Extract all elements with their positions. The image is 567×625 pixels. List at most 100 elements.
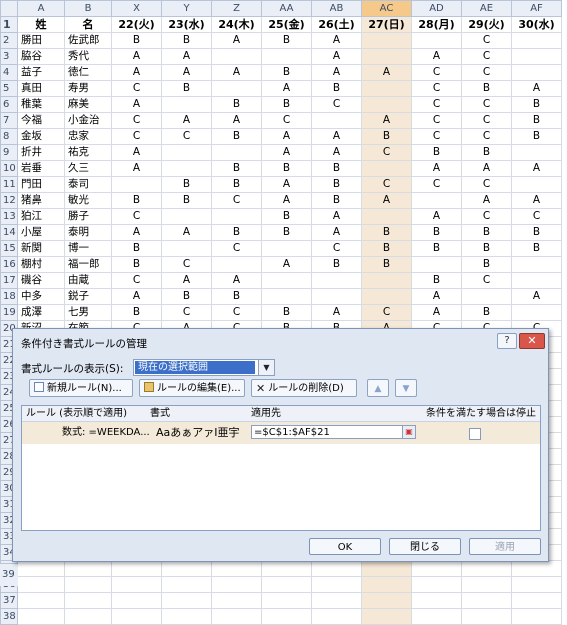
cell[interactable]	[361, 160, 412, 177]
column-header[interactable]: X	[111, 0, 162, 17]
cell[interactable]: 由蔵	[64, 272, 112, 289]
cell[interactable]	[511, 592, 562, 609]
cell[interactable]: C	[461, 208, 512, 225]
cell[interactable]: B	[211, 224, 262, 241]
cell[interactable]: A	[511, 160, 562, 177]
cell[interactable]: B	[111, 192, 162, 209]
cell[interactable]: B	[311, 192, 362, 209]
row-header[interactable]: 13	[0, 208, 18, 225]
cell[interactable]: 勝子	[64, 208, 112, 225]
cell[interactable]: A	[211, 64, 262, 81]
cell[interactable]: B	[211, 288, 262, 305]
cell[interactable]: B	[161, 176, 212, 193]
cell[interactable]	[111, 608, 162, 625]
cell[interactable]	[161, 208, 212, 225]
cell[interactable]: A	[211, 112, 262, 129]
column-header[interactable]: AD	[411, 0, 462, 17]
header-cell[interactable]: 名	[64, 16, 112, 33]
row-header[interactable]: 17	[0, 272, 18, 289]
cell[interactable]: A	[111, 144, 162, 161]
cell[interactable]	[311, 608, 362, 625]
row-header[interactable]: 15	[0, 240, 18, 257]
cell[interactable]: 小屋	[17, 224, 65, 241]
cell[interactable]: B	[511, 112, 562, 129]
cell[interactable]	[311, 112, 362, 129]
column-header[interactable]: B	[64, 0, 112, 17]
cell[interactable]	[411, 256, 462, 273]
cell[interactable]: A	[311, 64, 362, 81]
cell[interactable]: 折井	[17, 144, 65, 161]
cell[interactable]: A	[211, 32, 262, 49]
cell[interactable]	[411, 32, 462, 49]
header-cell[interactable]: 27(日)	[361, 16, 412, 33]
cell[interactable]: 岩垂	[17, 160, 65, 177]
cell[interactable]	[64, 576, 112, 593]
cell[interactable]: B	[161, 192, 212, 209]
cell[interactable]: A	[261, 80, 312, 97]
cell[interactable]: A	[111, 96, 162, 113]
cell[interactable]: 敏光	[64, 192, 112, 209]
cell[interactable]: B	[361, 240, 412, 257]
cell[interactable]	[311, 288, 362, 305]
cell[interactable]: 新関	[17, 240, 65, 257]
header-cell[interactable]: 26(土)	[311, 16, 362, 33]
cell[interactable]	[411, 192, 462, 209]
cell[interactable]	[261, 576, 312, 593]
cell[interactable]: C	[111, 112, 162, 129]
header-cell[interactable]: 姓	[17, 16, 65, 33]
cell[interactable]: 狛江	[17, 208, 65, 225]
cell[interactable]	[161, 144, 212, 161]
help-button[interactable]: ?	[497, 333, 517, 349]
cell[interactable]: B	[511, 128, 562, 145]
cell[interactable]: A	[311, 224, 362, 241]
row-header[interactable]: 10	[0, 160, 18, 177]
applies-to-input[interactable]: =$C$1:$AF$21	[251, 425, 416, 439]
row-header[interactable]: 8	[0, 128, 18, 145]
cell[interactable]: 麻美	[64, 96, 112, 113]
cell[interactable]	[211, 256, 262, 273]
cell[interactable]: B	[261, 64, 312, 81]
cell[interactable]	[161, 608, 212, 625]
cell[interactable]: 棚村	[17, 256, 65, 273]
cell[interactable]: B	[411, 272, 462, 289]
cell[interactable]	[511, 576, 562, 593]
cell[interactable]: A	[111, 288, 162, 305]
cell[interactable]	[511, 48, 562, 65]
column-header[interactable]: Y	[161, 0, 212, 17]
row-header[interactable]: 38	[0, 608, 18, 625]
cell[interactable]	[161, 96, 212, 113]
cell[interactable]: 泰司	[64, 176, 112, 193]
row-header[interactable]: 12	[0, 192, 18, 209]
cell[interactable]: B	[211, 128, 262, 145]
header-cell[interactable]: 30(水)	[511, 16, 562, 33]
cell[interactable]	[261, 240, 312, 257]
rule-row[interactable]: 数式: =WEEKDA... AaあぁアァⅠ亜宇 =$C$1:$AF$21 ▣	[22, 422, 540, 444]
cell[interactable]: 博一	[64, 240, 112, 257]
cell[interactable]: 成澤	[17, 304, 65, 321]
cell[interactable]: A	[111, 160, 162, 177]
cell[interactable]: A	[361, 64, 412, 81]
cell[interactable]	[211, 80, 262, 97]
header-cell[interactable]: 25(金)	[261, 16, 312, 33]
cell[interactable]	[361, 576, 412, 593]
cell[interactable]	[461, 608, 512, 625]
cell[interactable]	[311, 272, 362, 289]
cell[interactable]: C	[511, 208, 562, 225]
cell[interactable]	[461, 288, 512, 305]
cell[interactable]: B	[411, 144, 462, 161]
cell[interactable]: 真田	[17, 80, 65, 97]
cell[interactable]	[511, 608, 562, 625]
row-header[interactable]: 19	[0, 304, 18, 321]
cell[interactable]	[64, 560, 112, 577]
cell[interactable]	[211, 48, 262, 65]
cell[interactable]	[261, 608, 312, 625]
cell[interactable]: A	[161, 112, 212, 129]
header-cell[interactable]: 28(月)	[411, 16, 462, 33]
cell[interactable]: C	[461, 96, 512, 113]
cell[interactable]	[64, 608, 112, 625]
cell[interactable]	[161, 592, 212, 609]
cell[interactable]	[511, 304, 562, 321]
row-header[interactable]: 9	[0, 144, 18, 161]
cell[interactable]: C	[161, 128, 212, 145]
row-header[interactable]: 37	[0, 592, 18, 609]
